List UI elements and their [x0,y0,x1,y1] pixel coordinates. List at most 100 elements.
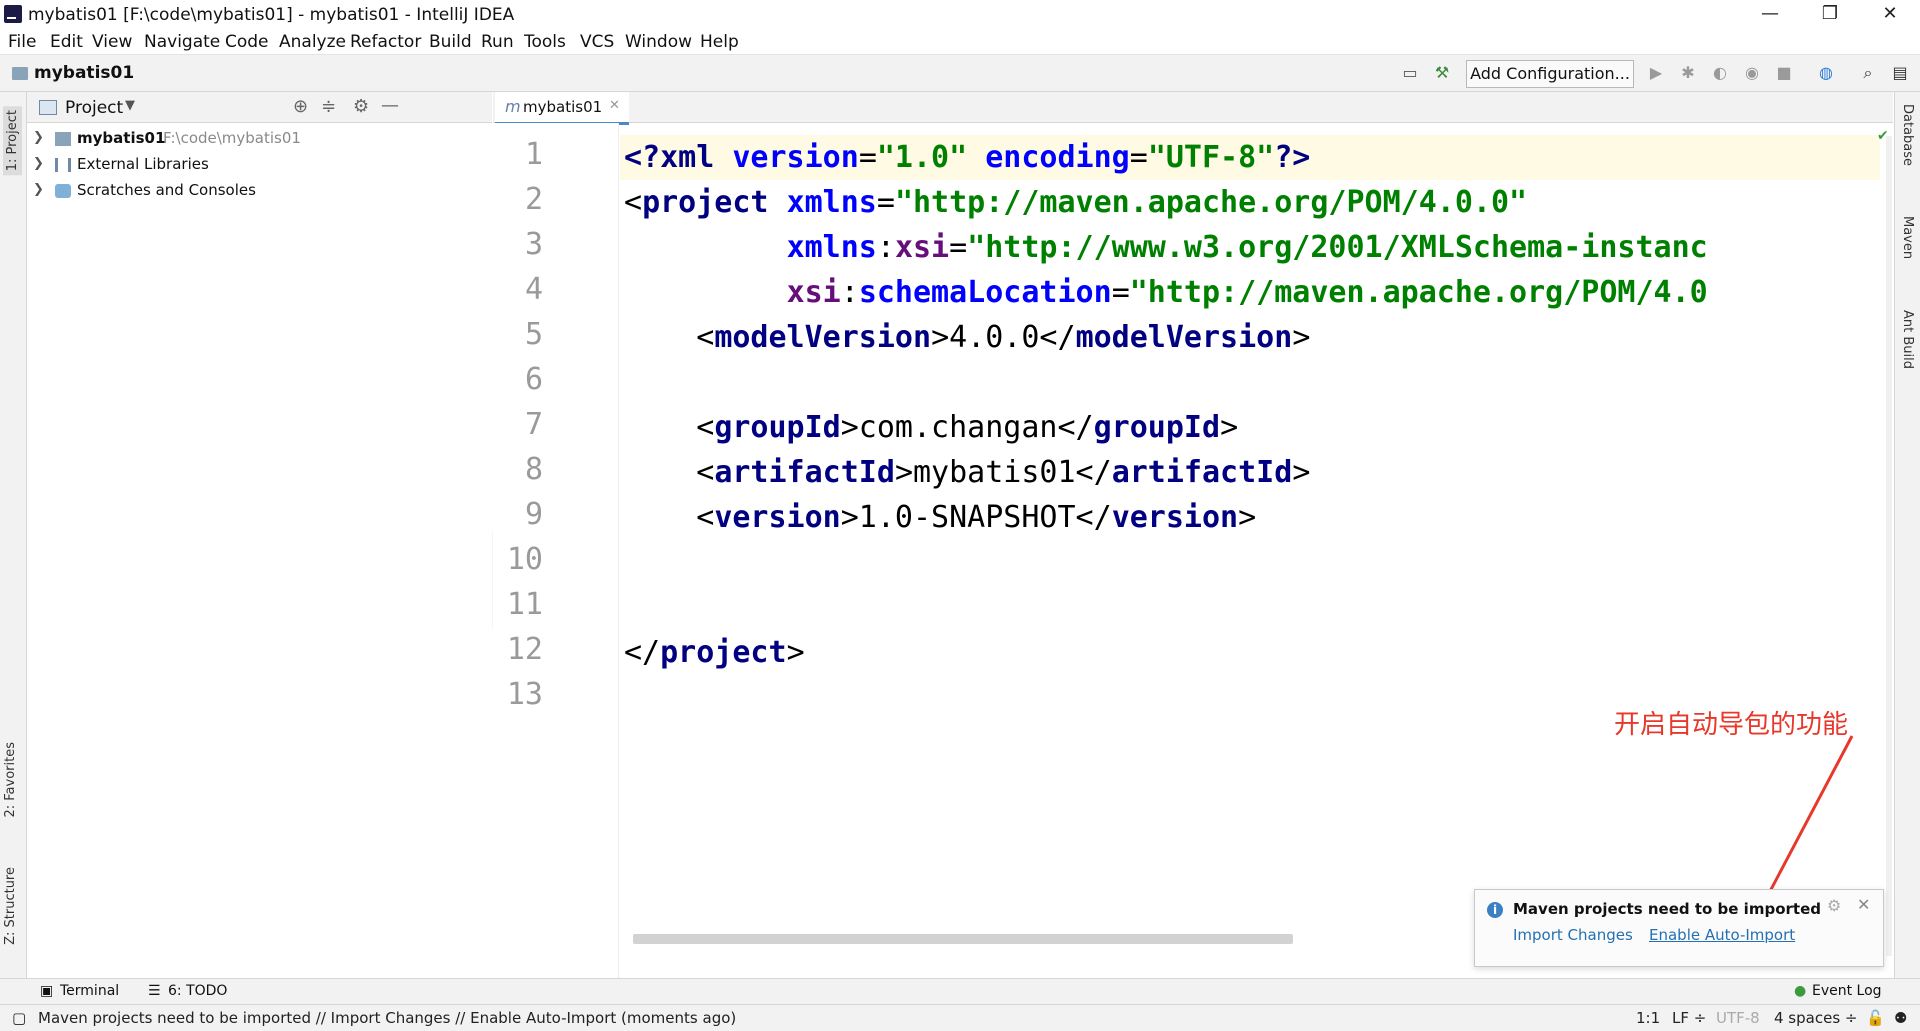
enable-auto-import-link[interactable]: Enable Auto-Import [1649,926,1795,944]
intellij-logo-icon [4,5,22,23]
line-number: 2 [524,182,543,217]
more-icon[interactable]: ▤ [1890,64,1910,82]
menu-view[interactable]: View [92,32,132,52]
tree-item-label: Scratches and Consoles [77,181,256,199]
search-icon[interactable]: ⌕ [1858,64,1878,82]
menu-tools[interactable]: Tools [524,32,566,52]
status-message[interactable]: Maven projects need to be imported // Im… [38,1009,736,1027]
line-number: 9 [524,497,543,532]
update-icon[interactable]: ◍ [1816,64,1836,82]
line-number: 11 [506,587,543,622]
chevron-right-icon[interactable]: ❯ [33,156,44,171]
line-number: 10 [506,542,543,577]
maven-tool-tab[interactable]: Maven [1900,216,1915,259]
project-tool-tab[interactable]: 1: Project [3,106,22,176]
notification-close-icon[interactable]: ✕ [1857,895,1870,914]
bottom-tool-bar: ▣ Terminal ☰ 6: TODO ● Event Log [0,978,1920,1004]
notification-gear-icon[interactable]: ⚙ [1827,896,1841,915]
menu-analyze[interactable]: Analyze [279,32,346,52]
code-token: "http://www.w3.org/2001/XMLSchema-instan… [967,230,1708,265]
indent-setting[interactable]: 4 spaces ÷ [1774,1009,1857,1027]
code-token: = [858,140,877,175]
add-configuration-button[interactable]: Add Configuration... [1466,60,1634,88]
minimize-button[interactable]: — [1740,0,1800,28]
hide-panel-icon[interactable]: — [381,95,399,116]
horizontal-scrollbar[interactable] [633,934,1293,944]
project-view-icon [39,100,57,115]
caret-position[interactable]: 1:1 [1636,1009,1660,1027]
inspector-icon[interactable]: ⚉ [1894,1009,1907,1027]
terminal-tab[interactable]: Terminal [60,983,119,999]
tree-item-scratches[interactable]: ❯ Scratches and Consoles [27,178,492,204]
close-tab-icon[interactable]: ✕ [609,98,620,113]
code-token: project [642,185,787,220]
file-encoding[interactable]: UTF-8 [1716,1009,1760,1027]
tree-item-project-root[interactable]: ❯ mybatis01 F:\code\mybatis01 [27,126,492,152]
database-tool-tab[interactable]: Database [1900,104,1915,166]
run-icon[interactable]: ▶ [1646,64,1666,82]
line-number: 12 [506,632,543,667]
menu-window[interactable]: Window [625,32,692,52]
code-token: modelVersion [714,320,932,355]
code-token: encoding [985,140,1130,175]
debug-icon[interactable]: ✱ [1678,64,1698,82]
chevron-down-icon[interactable]: ▼ [125,98,135,113]
structure-tool-tab[interactable]: Z: Structure [3,867,18,945]
code-token: < [624,320,715,355]
menu-code[interactable]: Code [225,32,269,52]
close-window-button[interactable]: ✕ [1860,0,1920,28]
gear-icon[interactable]: ⚙ [353,96,369,117]
code-token: < [624,455,715,490]
code-line: <project xmlns="http://maven.apache.org/… [624,180,1527,225]
project-view-selector[interactable]: Project [65,98,123,118]
todo-tab[interactable]: 6: TODO [168,983,227,999]
run-dashboard-icon[interactable]: ▭ [1400,64,1420,82]
import-changes-link[interactable]: Import Changes [1513,926,1633,944]
stop-icon[interactable]: ■ [1774,64,1794,82]
line-number: 4 [524,272,543,307]
code-token: xmlns [786,230,877,265]
line-separator[interactable]: LF ÷ [1672,1009,1706,1027]
locate-icon[interactable]: ⊕ [293,96,308,117]
code-line: <groupId>com.changan</groupId> [624,405,1238,450]
code-token: = [876,185,895,220]
maximize-button[interactable]: ❐ [1800,0,1860,28]
menu-edit[interactable]: Edit [50,32,83,52]
chevron-right-icon[interactable]: ❯ [33,130,44,145]
menu-file[interactable]: File [8,32,36,52]
code-line: xmlns:xsi="http://www.w3.org/2001/XMLSch… [624,225,1708,270]
event-log-tab[interactable]: Event Log [1812,983,1882,999]
code-token: "http://maven.apache.org/POM/4.0.0" [894,185,1528,220]
menu-help[interactable]: Help [700,32,739,52]
menu-build[interactable]: Build [429,32,472,52]
lock-icon[interactable]: 🔓 [1866,1009,1885,1027]
code-token: </ [624,635,661,670]
editor-area: m mybatis01 ✕ 1 2 3 4 5 6 7 8 9 10 11 12 13 <?xml ve… [493,92,1893,1002]
menu-refactor[interactable]: Refactor [350,32,421,52]
build-hammer-icon[interactable]: ⚒ [1432,64,1452,82]
profile-icon[interactable]: ◉ [1742,64,1762,82]
window-title: mybatis01 [F:\code\mybatis01] - mybatis0… [28,5,515,25]
tree-item-external-libraries[interactable]: ❯ External Libraries [27,152,492,178]
chevron-right-icon[interactable]: ❯ [33,182,44,197]
menu-navigate[interactable]: Navigate [144,32,220,52]
code-area[interactable]: <?xml version="1.0" encoding="UTF-8"?> <p… [620,123,1880,1002]
collapse-all-icon[interactable]: ≑ [321,96,336,117]
ant-build-tool-tab[interactable]: Ant Build [1900,310,1915,369]
code-token: xsi [894,230,950,265]
code-token: < [624,185,643,220]
code-line: <?xml version="1.0" encoding="UTF-8"?> [624,135,1310,180]
code-line: <artifactId>mybatis01</artifactId> [624,450,1310,495]
menu-vcs[interactable]: VCS [580,32,614,52]
breadcrumb-project[interactable]: mybatis01 [34,63,134,83]
status-panel-icon[interactable]: ▢ [12,1009,26,1027]
editor-tab-pom[interactable]: m mybatis01 ✕ [495,92,629,125]
menu-run[interactable]: Run [481,32,514,52]
vertical-scrollbar[interactable] [1886,136,1892,956]
code-token: artifactId [1111,455,1293,490]
favorites-tool-tab[interactable]: 2: Favorites [3,742,18,818]
code-token: xsi [786,275,841,310]
coverage-icon[interactable]: ◐ [1710,64,1730,82]
